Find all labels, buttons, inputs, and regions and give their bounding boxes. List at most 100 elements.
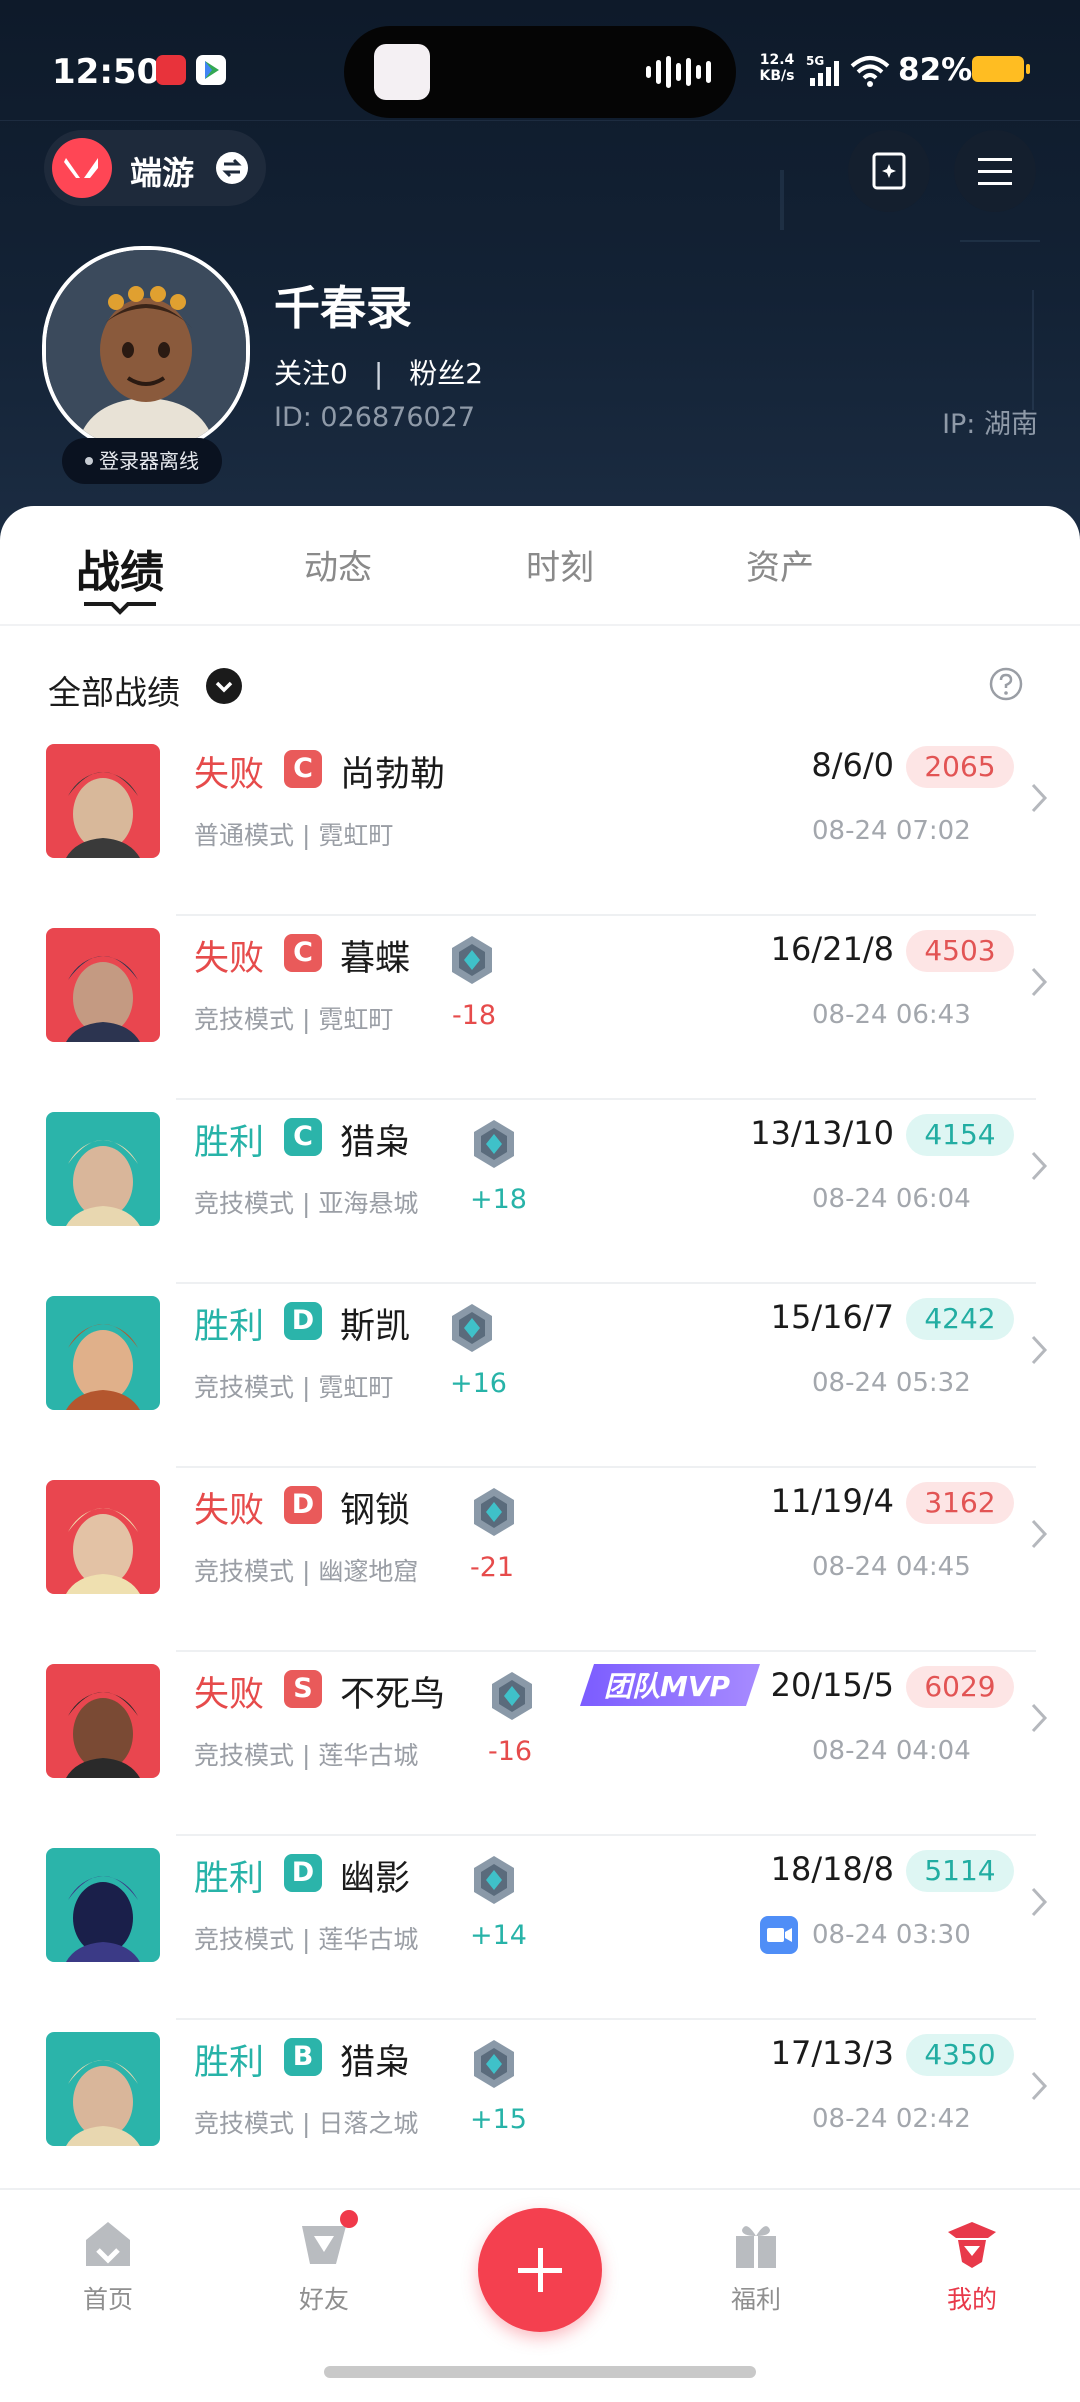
filter-dropdown-label[interactable]: 全部战绩 — [48, 666, 180, 714]
rank-letter-badge: C — [284, 750, 322, 788]
filter-row: 全部战绩 — [0, 636, 1080, 736]
rank-letter-badge: D — [284, 1854, 322, 1892]
follow-stats: 关注0 | 粉丝2 — [274, 352, 483, 392]
user-avatar[interactable] — [42, 246, 250, 454]
rank-letter-badge: C — [284, 1118, 322, 1156]
match-row[interactable]: 失败 D 钢锁 竞技模式 | 幽邃地窟 -21 11/19/4 3162 08-24 04:4… — [0, 1468, 1080, 1652]
content-card: 战绩 动态 时刻 资产 全部战绩 失败 C 尚勃勒 普通模式 | 霓虹町 8/6/0 20… — [0, 506, 1080, 2204]
rank-letter-badge: B — [284, 2038, 322, 2076]
create-post-button[interactable] — [478, 2208, 602, 2332]
play-store-icon — [196, 55, 226, 85]
agent-name: 尚勃勒 — [340, 755, 446, 795]
agent-name: 不死鸟 — [340, 1675, 446, 1715]
nav-profile[interactable]: 我的 — [902, 2216, 1042, 2316]
match-row[interactable]: 胜利 C 猎枭 竞技模式 | 亚海悬城 +18 13/13/10 4154 08-24 06:… — [0, 1100, 1080, 1284]
menu-button[interactable] — [954, 130, 1036, 212]
rank-letter-badge: S — [284, 1670, 322, 1708]
match-result: 失败 — [194, 755, 265, 795]
match-result: 胜利 — [194, 2043, 265, 2083]
match-list: 失败 C 尚勃勒 普通模式 | 霓虹町 8/6/0 2065 08-24 07:02 失败 C 暮… — [0, 732, 1080, 2204]
signal-icon: 5G — [806, 54, 842, 88]
audio-wave-icon — [646, 56, 711, 88]
match-row[interactable]: 失败 C 尚勃勒 普通模式 | 霓虹町 8/6/0 2065 08-24 07:02 — [0, 732, 1080, 916]
tab-feed[interactable]: 动态 — [304, 540, 372, 589]
wifi-icon — [850, 54, 890, 88]
tab-bar: 战绩 动态 时刻 资产 — [0, 506, 1080, 626]
rank-points-delta: +14 — [470, 1920, 527, 1951]
match-result: 失败 — [194, 939, 265, 979]
kda-stats: 13/13/10 — [750, 1114, 894, 1152]
match-mode-map: 竞技模式 | 日落之城 — [194, 2109, 419, 2138]
fans-count[interactable]: 粉丝2 — [409, 357, 483, 390]
match-result: 胜利 — [194, 1123, 265, 1163]
help-icon[interactable] — [988, 666, 1024, 702]
kda-stats: 8/6/0 — [811, 746, 894, 784]
switch-icon — [216, 152, 248, 184]
tab-records[interactable]: 战绩 — [76, 536, 164, 600]
combat-score: 4242 — [906, 1298, 1014, 1340]
rank-tier-icon — [492, 1672, 532, 1720]
tab-divider — [0, 624, 1080, 626]
rank-letter-badge: D — [284, 1302, 322, 1340]
match-row[interactable]: 胜利 D 斯凯 竞技模式 | 霓虹町 +16 15/16/7 4242 08-24 05:32 — [0, 1284, 1080, 1468]
match-time: 08-24 06:04 — [812, 1184, 971, 1214]
agent-name: 猎枭 — [340, 2043, 411, 2083]
agent-portrait — [46, 2032, 160, 2146]
agent-portrait — [46, 1480, 160, 1594]
match-time: 08-24 02:42 — [812, 2104, 971, 2134]
agent-name: 钢锁 — [340, 1491, 411, 1531]
match-row[interactable]: 失败 C 暮蝶 竞技模式 | 霓虹町 -18 16/21/8 4503 08-24 06:43 — [0, 916, 1080, 1100]
kda-stats: 17/13/3 — [770, 2034, 894, 2072]
match-time: 08-24 03:30 — [812, 1920, 971, 1950]
match-result: 胜利 — [194, 1859, 265, 1899]
game-switcher[interactable]: 端游 — [44, 130, 266, 206]
combat-score: 3162 — [906, 1482, 1014, 1524]
separator: | — [373, 357, 384, 390]
chevron-down-icon[interactable] — [206, 668, 242, 704]
match-result: 失败 — [194, 1491, 265, 1531]
chevron-right-icon — [1031, 1335, 1048, 1365]
tab-assets[interactable]: 资产 — [746, 540, 814, 589]
video-replay-icon[interactable] — [760, 1916, 798, 1954]
chevron-right-icon — [1031, 1887, 1048, 1917]
team-mvp-badge: 团队MVP — [580, 1656, 764, 1712]
kda-stats: 15/16/7 — [770, 1298, 894, 1336]
offline-dot-icon — [85, 456, 93, 465]
agent-portrait — [46, 1296, 160, 1410]
match-time: 08-24 04:45 — [812, 1552, 971, 1582]
gift-icon — [728, 2216, 784, 2272]
combat-score: 6029 — [906, 1666, 1014, 1708]
following-count[interactable]: 关注0 — [274, 357, 348, 390]
nav-friends[interactable]: 好友 — [254, 2210, 394, 2316]
chevron-right-icon — [1031, 1519, 1048, 1549]
combat-score: 4503 — [906, 930, 1014, 972]
rank-tier-icon — [452, 936, 492, 984]
rank-tier-icon — [474, 1120, 514, 1168]
chevron-right-icon — [1031, 1151, 1048, 1181]
chevron-right-icon — [1031, 1703, 1048, 1733]
media-thumbnail — [374, 44, 430, 100]
nav-friends-label: 好友 — [298, 2285, 349, 2314]
match-mode-map: 竞技模式 | 幽邃地窟 — [194, 1557, 419, 1586]
match-row[interactable]: 胜利 D 幽影 竞技模式 | 莲华古城 +14 18/18/8 5114 08-24 03:3… — [0, 1836, 1080, 2020]
match-mode-map: 竞技模式 | 霓虹町 — [194, 1373, 394, 1402]
agent-name: 猎枭 — [340, 1123, 411, 1163]
dynamic-island[interactable] — [344, 26, 736, 118]
edit-card-button[interactable] — [848, 130, 930, 212]
agent-portrait — [46, 1112, 160, 1226]
rank-points-delta: +15 — [470, 2104, 527, 2135]
agent-portrait — [46, 928, 160, 1042]
match-row[interactable]: 胜利 B 猎枭 竞技模式 | 日落之城 +15 17/13/3 4350 08-24 02:4… — [0, 2020, 1080, 2204]
profile-icon — [944, 2216, 1000, 2272]
nav-profile-label: 我的 — [946, 2285, 997, 2314]
match-mode-map: 竞技模式 | 霓虹町 — [194, 1005, 394, 1034]
match-row[interactable]: 失败 S 不死鸟 竞技模式 | 莲华古城 -16 团队MVP 20/15/5 6029 08-2… — [0, 1652, 1080, 1836]
agent-name: 暮蝶 — [340, 939, 411, 979]
nav-benefits[interactable]: 福利 — [686, 2216, 826, 2316]
profile-header: 12:50 12.4 KB/s 5G 82% 端游 登录器离线 千春录 关注0 … — [0, 0, 1080, 540]
nav-home[interactable]: 首页 — [38, 2216, 178, 2316]
tab-moments[interactable]: 时刻 — [526, 540, 594, 589]
nav-home-label: 首页 — [82, 2285, 133, 2314]
home-indicator — [324, 2366, 756, 2378]
ip-location: IP: 湖南 — [942, 409, 1038, 440]
